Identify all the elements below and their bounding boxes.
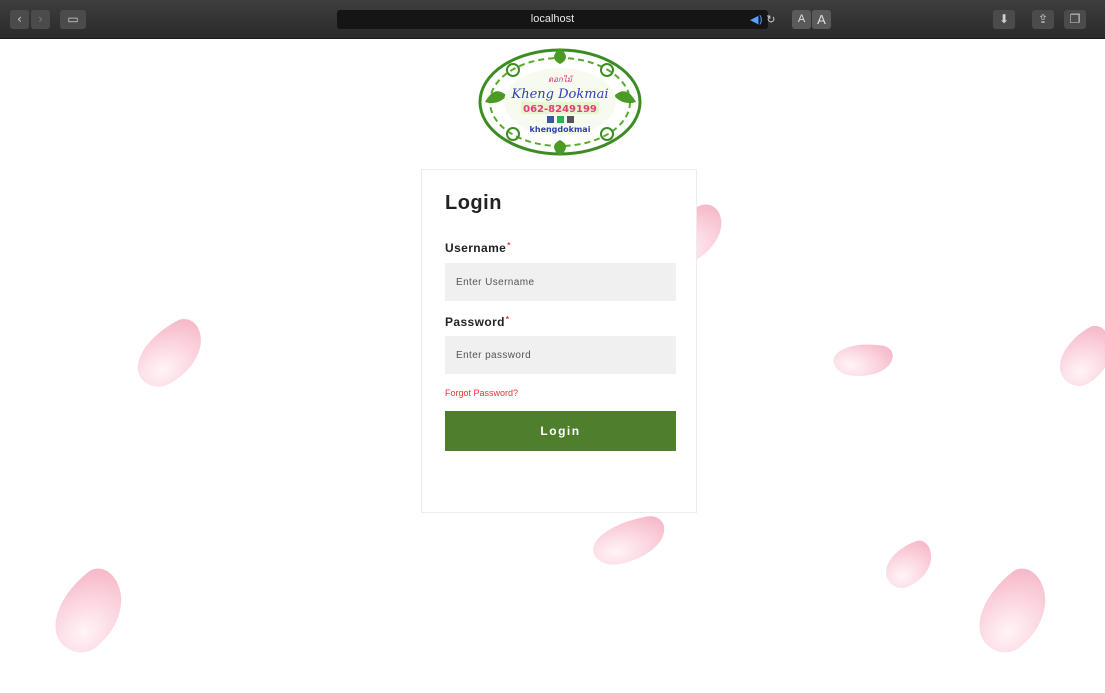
text-smaller-button[interactable]: A <box>792 10 811 29</box>
chevron-right-icon: › <box>38 12 43 26</box>
password-label-text: Password <box>445 315 505 329</box>
url-text: localhost <box>530 13 575 25</box>
text-smaller-label: A <box>797 13 806 25</box>
address-bar[interactable]: localhost <box>337 10 768 29</box>
tabs-icon: ❐ <box>1069 12 1081 26</box>
login-button[interactable]: Login <box>445 411 676 451</box>
logo-phone-text: 062-8249199 <box>523 104 597 115</box>
sidebar-icon: ▭ <box>67 12 79 26</box>
petal-decoration <box>1048 321 1105 393</box>
petal-decoration <box>831 339 895 381</box>
username-label-text: Username <box>445 241 507 255</box>
petal-decoration <box>36 561 142 663</box>
text-larger-button[interactable]: A <box>812 10 831 29</box>
username-input[interactable] <box>445 263 676 301</box>
forgot-password-link[interactable]: Forgot Password? <box>445 388 518 398</box>
facebook-icon <box>547 116 554 123</box>
logo-handle-text: khengdokmai <box>530 125 591 134</box>
line-icon <box>557 116 564 123</box>
password-input[interactable] <box>445 336 676 374</box>
logo-brand-text: Kheng Dokmai <box>511 87 609 102</box>
chevron-left-icon: ‹ <box>17 12 22 26</box>
petal-decoration <box>588 513 670 569</box>
url-icons: ◀) ↻ <box>750 10 775 29</box>
login-card: Login Username* Password* Forgot Passwor… <box>421 169 697 513</box>
back-button[interactable]: ‹ <box>10 10 29 29</box>
text-larger-label: A <box>817 12 826 27</box>
forward-button[interactable]: › <box>31 10 50 29</box>
tabs-button[interactable]: ❐ <box>1064 10 1086 29</box>
logo-top-text: ดอกไม้ <box>548 74 574 84</box>
instagram-icon <box>567 116 574 123</box>
petal-decoration <box>960 561 1066 663</box>
reload-icon[interactable]: ↻ <box>766 13 775 26</box>
download-icon: ⬇ <box>998 12 1010 26</box>
required-marker: * <box>505 315 510 324</box>
password-label: Password* <box>445 315 509 329</box>
petal-decoration <box>125 313 215 395</box>
sidebar-button[interactable]: ▭ <box>60 10 86 29</box>
petal-decoration <box>878 537 940 593</box>
brand-logo: ดอกไม้ Kheng Dokmai 062-8249199 khengdok… <box>473 42 648 162</box>
logo-frame: ดอกไม้ Kheng Dokmai 062-8249199 khengdok… <box>478 48 642 156</box>
required-marker: * <box>507 241 511 250</box>
login-title: Login <box>445 192 502 214</box>
share-icon: ⇪ <box>1037 12 1049 26</box>
audio-icon[interactable]: ◀) <box>750 13 763 26</box>
share-button[interactable]: ⇪ <box>1032 10 1054 29</box>
browser-toolbar: ‹ › ▭ localhost ◀) ↻ A A ⬇ ⇪ ❐ <box>0 0 1105 39</box>
username-label: Username* <box>445 241 511 255</box>
download-button[interactable]: ⬇ <box>993 10 1015 29</box>
